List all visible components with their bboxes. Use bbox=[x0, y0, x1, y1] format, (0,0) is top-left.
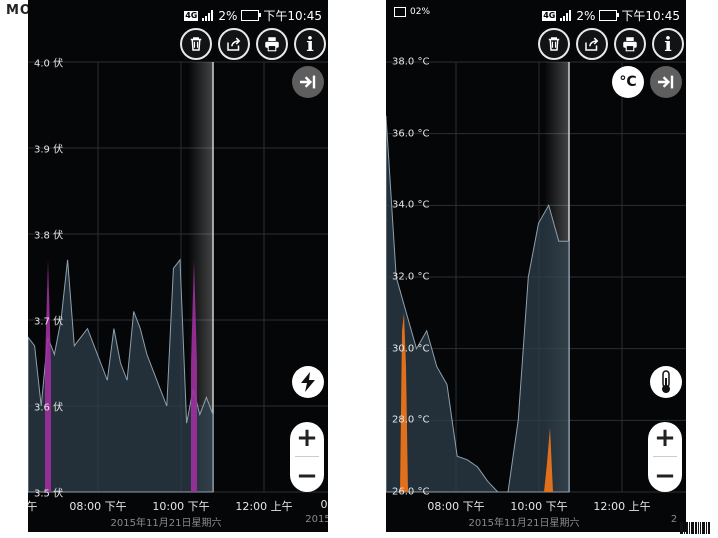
y-tick-label: 36.0 °C bbox=[392, 128, 430, 140]
x-tick-label: 08:00 下午 bbox=[69, 500, 127, 513]
signal-icon bbox=[202, 10, 214, 21]
printer-icon bbox=[265, 37, 279, 52]
storage-percent: 02% bbox=[410, 7, 431, 17]
toolbar: i bbox=[538, 28, 684, 60]
temperature-area bbox=[386, 115, 570, 493]
status-time: 下午10:45 bbox=[621, 9, 680, 23]
y-tick-label: 38.0 °C bbox=[392, 56, 430, 68]
temperature-screen: 02% 4G 2% 下午10:45 i °C + − 38.0 °C 36.0 … bbox=[386, 0, 686, 532]
network-badge: 4G bbox=[184, 10, 199, 21]
toolbar: i bbox=[180, 28, 326, 60]
trash-icon bbox=[190, 37, 202, 51]
date-label-next: 2 bbox=[670, 514, 678, 525]
y-tick-label: 3.5 伏 bbox=[34, 488, 64, 500]
print-button[interactable] bbox=[256, 28, 288, 60]
share-icon bbox=[227, 37, 241, 51]
y-tick-label: 28.0 °C bbox=[392, 414, 430, 426]
voltage-area bbox=[28, 258, 214, 493]
date-label-next: 2015 bbox=[305, 514, 328, 525]
y-tick-label: 32.0 °C bbox=[392, 271, 430, 283]
delete-button[interactable] bbox=[180, 28, 212, 60]
share-button[interactable] bbox=[576, 28, 608, 60]
network-badge: 4G bbox=[542, 10, 557, 21]
printer-icon bbox=[623, 37, 637, 52]
chart-type-button[interactable] bbox=[650, 366, 682, 398]
x-tick-label: 12:00 上午 bbox=[235, 500, 293, 513]
info-icon: i bbox=[306, 32, 314, 56]
status-time: 下午10:45 bbox=[263, 9, 322, 23]
zoom-control: + − bbox=[648, 422, 682, 492]
x-tick-label: 午 bbox=[28, 500, 38, 513]
share-button[interactable] bbox=[218, 28, 250, 60]
info-icon: i bbox=[664, 32, 672, 56]
battery-percent: 2% bbox=[218, 8, 238, 23]
voltage-chart bbox=[28, 61, 328, 493]
battery-icon bbox=[599, 10, 620, 21]
battery-percent: 2% bbox=[576, 8, 596, 23]
y-tick-label: 3.6 伏 bbox=[34, 402, 64, 414]
status-bar: 02% 4G 2% 下午10:45 bbox=[386, 0, 686, 28]
zoom-in-button[interactable]: + bbox=[296, 425, 318, 451]
info-button[interactable]: i bbox=[294, 28, 326, 60]
zoom-out-button[interactable]: − bbox=[654, 463, 676, 489]
zoom-out-button[interactable]: − bbox=[296, 463, 318, 489]
trash-icon bbox=[548, 37, 560, 51]
y-tick-label: 3.8 伏 bbox=[34, 230, 64, 242]
charging-spike bbox=[45, 259, 51, 492]
bolt-icon bbox=[301, 372, 315, 392]
share-icon bbox=[585, 37, 599, 51]
y-tick-label: 3.7 伏 bbox=[34, 316, 64, 328]
export-arrow-icon bbox=[300, 75, 316, 89]
battery-icon bbox=[241, 10, 262, 21]
zoom-control: + − bbox=[290, 422, 324, 492]
y-tick-label: 26.0 °C bbox=[392, 486, 430, 498]
voltage-screen: 4G 2% 下午10:45 i + − 4.0 伏 3.9 伏 3.8 伏 3.7 伏… bbox=[28, 0, 328, 532]
barcode-watermark bbox=[680, 522, 710, 534]
y-tick-label: 34.0 °C bbox=[392, 199, 430, 211]
date-label: 2015年11月21日星期六 bbox=[110, 518, 222, 529]
y-tick-label: 30.0 °C bbox=[392, 343, 430, 355]
date-label: 2015年11月21日星期六 bbox=[468, 518, 580, 529]
x-tick-label: 12:00 上午 bbox=[593, 500, 651, 513]
chart-type-button[interactable] bbox=[292, 366, 324, 398]
delete-button[interactable] bbox=[538, 28, 570, 60]
export-button[interactable] bbox=[292, 66, 324, 98]
status-bar: 4G 2% 下午10:45 bbox=[28, 0, 328, 28]
print-button[interactable] bbox=[614, 28, 646, 60]
sd-card-icon bbox=[394, 7, 406, 17]
signal-icon bbox=[560, 10, 572, 21]
zoom-in-button[interactable]: + bbox=[654, 425, 676, 451]
export-arrow-icon bbox=[658, 75, 674, 89]
info-button[interactable]: i bbox=[652, 28, 684, 60]
export-button[interactable] bbox=[650, 66, 682, 98]
y-tick-label: 3.9 伏 bbox=[34, 144, 64, 156]
x-tick-label: 10:00 下午 bbox=[510, 500, 568, 513]
unit-toggle-button[interactable]: °C bbox=[612, 66, 644, 98]
x-tick-label: 0 bbox=[320, 498, 328, 511]
x-tick-label: 08:00 下午 bbox=[427, 500, 485, 513]
thermometer-icon bbox=[662, 370, 670, 393]
y-tick-label: 4.0 伏 bbox=[34, 58, 64, 70]
x-tick-label: 10:00 下午 bbox=[152, 500, 210, 513]
